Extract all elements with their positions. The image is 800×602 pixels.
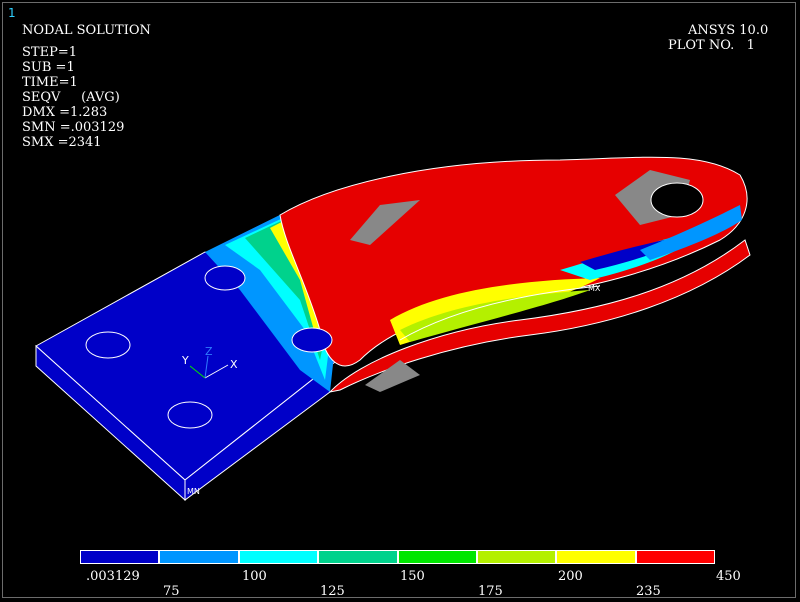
legend-top-label-3: 200 bbox=[558, 569, 583, 584]
triad-y-label: Y bbox=[181, 354, 189, 367]
legend-color-box-5 bbox=[476, 550, 557, 564]
legend-top-label-1: 100 bbox=[242, 569, 267, 584]
hole-arm-end bbox=[650, 182, 704, 218]
legend-bottom-label-3: 235 bbox=[636, 584, 661, 599]
triad-z-label: Z bbox=[205, 345, 213, 358]
legend-color-box-6 bbox=[556, 550, 636, 564]
legend-top-label-0: .003129 bbox=[86, 569, 140, 584]
legend-top-label-2: 150 bbox=[400, 569, 425, 584]
legend-color-box-1 bbox=[159, 550, 239, 564]
legend-color-box-4 bbox=[397, 550, 477, 564]
triad-x-label: X bbox=[230, 358, 238, 371]
legend-color-box-7 bbox=[635, 550, 715, 564]
legend-color-box-2 bbox=[238, 550, 319, 564]
max-stress-marker: MX bbox=[588, 284, 601, 293]
legend-bottom-label-2: 175 bbox=[478, 584, 503, 599]
contour-legend bbox=[80, 550, 715, 570]
legend-bottom-label-1: 125 bbox=[320, 584, 345, 599]
legend-bottom-label-0: 75 bbox=[163, 584, 180, 599]
hole-back-right bbox=[291, 327, 333, 353]
fea-stress-contour-model[interactable]: MX MN X Y Z bbox=[0, 0, 800, 602]
hole-back-left bbox=[204, 265, 246, 291]
legend-color-box-3 bbox=[318, 550, 398, 564]
hole-front-left bbox=[85, 331, 131, 359]
graphics-viewport[interactable]: 1 NODAL SOLUTION ANSYS 10.0 PLOT NO. 1 S… bbox=[0, 0, 800, 602]
min-stress-marker: MN bbox=[187, 487, 200, 496]
legend-top-label-4: 450 bbox=[716, 569, 741, 584]
hole-front-right bbox=[167, 401, 213, 429]
legend-color-box-0 bbox=[80, 550, 160, 564]
